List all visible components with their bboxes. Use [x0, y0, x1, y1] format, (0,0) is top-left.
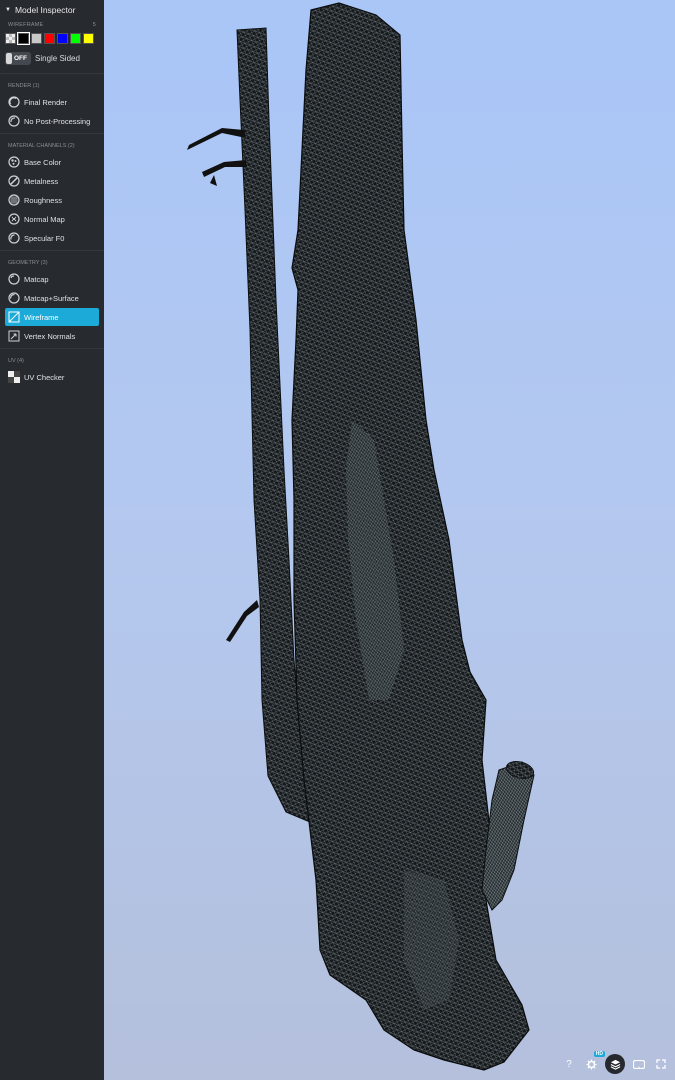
specular-icon — [8, 232, 20, 244]
model-inspector-header[interactable]: ▼ Model Inspector — [0, 0, 104, 20]
normal-map-icon — [8, 213, 20, 225]
wireframe-count: 5 — [92, 22, 96, 28]
item-label: Roughness — [24, 195, 62, 205]
model-inspector-panel: ▼ Model Inspector WIREFRAME 5 OFF Single… — [0, 0, 104, 1080]
metalness-icon — [8, 175, 20, 187]
item-matcap[interactable]: Matcap — [5, 270, 99, 288]
twig — [226, 600, 259, 642]
fullscreen-button[interactable] — [653, 1056, 669, 1072]
item-vertex-normals[interactable]: Vertex Normals — [5, 327, 99, 345]
single-sided-label: Single Sided — [35, 53, 80, 63]
caret-down-icon: ▼ — [5, 7, 11, 13]
item-label: Normal Map — [24, 214, 65, 224]
wireframe-icon — [8, 311, 20, 323]
divider — [0, 250, 104, 251]
item-label: Wireframe — [24, 312, 59, 322]
fullscreen-icon — [656, 1059, 666, 1069]
wireframe-section-label: WIREFRAME 5 — [0, 20, 104, 30]
help-button[interactable]: ? — [561, 1056, 577, 1072]
stub-branch — [481, 761, 535, 911]
layers-icon — [610, 1059, 620, 1070]
item-label: Matcap+Surface — [24, 293, 79, 303]
3d-viewport[interactable]: ? HD — [104, 0, 675, 1080]
item-label: Matcap — [24, 274, 49, 284]
settings-button[interactable]: HD — [583, 1051, 605, 1072]
item-specular-f0[interactable]: Specular F0 — [5, 229, 99, 247]
model-inspector-button[interactable] — [605, 1054, 625, 1074]
divider — [0, 73, 104, 74]
item-label: Specular F0 — [24, 233, 65, 243]
item-label: Vertex Normals — [24, 331, 76, 341]
item-uv-checker[interactable]: UV Checker — [5, 368, 99, 386]
matcap-icon — [8, 273, 20, 285]
swatch-black[interactable] — [17, 31, 30, 45]
vertex-normals-icon — [8, 330, 20, 342]
single-sided-row: OFF Single Sided — [0, 46, 104, 70]
twig — [202, 160, 247, 177]
wireframe-label: WIREFRAME — [8, 22, 44, 28]
viewer-controls: ? HD — [561, 1051, 669, 1074]
swatch-transparent[interactable] — [5, 32, 16, 44]
item-no-post-processing[interactable]: No Post-Processing — [5, 112, 99, 130]
item-wireframe[interactable]: Wireframe — [5, 308, 99, 326]
twig — [187, 128, 246, 150]
vr-button[interactable] — [631, 1056, 647, 1072]
vr-icon — [633, 1059, 645, 1069]
swatch-yellow[interactable] — [83, 32, 94, 44]
swatch-green[interactable] — [70, 32, 81, 44]
no-post-processing-icon — [8, 115, 20, 127]
hd-badge: HD — [593, 1051, 605, 1057]
item-final-render[interactable]: Final Render — [5, 93, 99, 111]
material-group-label: MATERIAL CHANNELS (2) — [8, 143, 75, 149]
single-sided-toggle[interactable]: OFF — [5, 51, 31, 65]
matcap-surface-icon — [8, 292, 20, 304]
panel-title: Model Inspector — [14, 5, 76, 15]
item-label: No Post-Processing — [24, 116, 91, 126]
roughness-icon — [8, 194, 20, 206]
render-group-label: RENDER (1) — [8, 83, 40, 89]
item-metalness[interactable]: Metalness — [5, 172, 99, 190]
settings-icon — [585, 1058, 597, 1070]
divider — [0, 348, 104, 349]
wireframe-color-swatches — [0, 30, 104, 46]
item-label: Final Render — [24, 97, 67, 107]
toggle-knob — [6, 52, 12, 64]
geometry-group-label: GEOMETRY (3) — [8, 260, 48, 266]
help-icon: ? — [566, 1058, 572, 1070]
item-base-color[interactable]: Base Color — [5, 153, 99, 171]
toggle-state: OFF — [14, 54, 27, 62]
swatch-red[interactable] — [44, 32, 55, 44]
item-label: UV Checker — [24, 372, 65, 382]
item-label: Base Color — [24, 157, 62, 167]
swatch-gray[interactable] — [31, 32, 42, 44]
item-label: Metalness — [24, 176, 59, 186]
divider — [0, 133, 104, 134]
item-roughness[interactable]: Roughness — [5, 191, 99, 209]
base-color-icon — [8, 156, 20, 168]
twig — [210, 175, 217, 186]
uv-group-label: UV (4) — [8, 358, 24, 364]
item-matcap-surface[interactable]: Matcap+Surface — [5, 289, 99, 307]
swatch-blue[interactable] — [57, 32, 68, 44]
tree-trunk-wireframe-model — [187, 2, 535, 1071]
uv-checker-icon — [8, 371, 20, 383]
item-normal-map[interactable]: Normal Map — [5, 210, 99, 228]
final-render-icon — [8, 96, 20, 108]
